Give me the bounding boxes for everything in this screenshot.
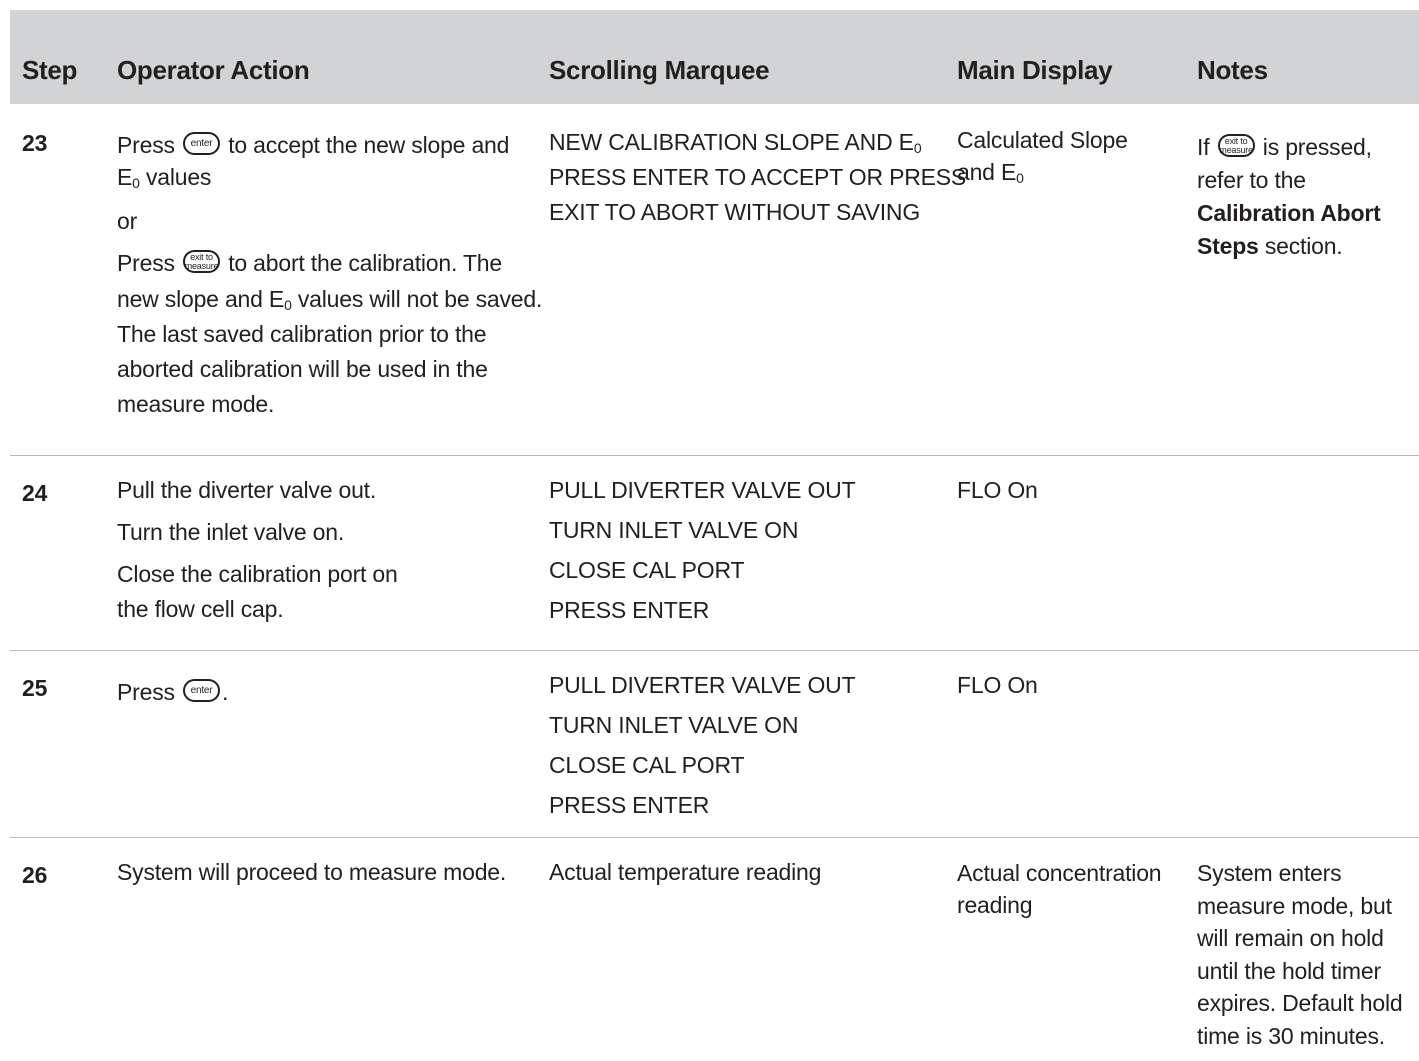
scrolling-marquee-cell: NEW CALIBRATION SLOPE AND E0 PRESS ENTER… — [549, 125, 966, 230]
row-divider — [10, 650, 1419, 651]
notes-text: time is 30 minutes. — [1197, 1022, 1385, 1049]
header-notes: Notes — [1197, 55, 1268, 85]
step-number: 26 — [22, 862, 48, 888]
row-divider — [10, 837, 1419, 838]
exit-to-measure-key-icon: exit to measure — [1217, 134, 1255, 158]
action-text: Close the calibration port on — [117, 561, 398, 587]
step-number: 25 — [22, 675, 48, 701]
marquee-text: NEW CALIBRATION SLOPE AND E0 — [549, 129, 922, 156]
scrolling-marquee-cell: PULL DIVERTER VALVE OUT TURN INLET VALVE… — [549, 470, 856, 630]
action-text: Press — [117, 679, 175, 705]
action-text: System will proceed to measure mode. — [117, 859, 507, 885]
display-text: and E0 — [957, 159, 1024, 186]
notes-text: is pressed, — [1262, 134, 1372, 160]
marquee-text: PULL DIVERTER VALVE OUT — [549, 477, 856, 503]
header-step: Step — [22, 55, 78, 85]
marquee-text: CLOSE CAL PORT — [549, 557, 745, 583]
main-display-cell: Calculated Slope and E0 — [957, 124, 1128, 188]
scrolling-marquee-cell: PULL DIVERTER VALVE OUT TURN INLET VALVE… — [549, 665, 856, 825]
action-text: measure mode. — [117, 391, 275, 417]
operator-action-cell: Pull the diverter valve out. Turn the in… — [117, 475, 398, 629]
main-display-cell: FLO On — [957, 475, 1038, 505]
operator-action-cell: System will proceed to measure mode. — [117, 857, 506, 887]
step-number: 24 — [22, 480, 48, 506]
marquee-text: TURN INLET VALVE ON — [549, 517, 799, 543]
row-divider — [10, 455, 1419, 456]
notes-text: expires. Default hold — [1197, 990, 1403, 1016]
notes-text: will remain on hold — [1197, 925, 1384, 951]
main-display-cell: FLO On — [957, 670, 1038, 700]
action-text: Press — [117, 132, 175, 158]
marquee-text: PRESS ENTER TO ACCEPT OR PRESS — [549, 164, 967, 190]
marquee-text: PULL DIVERTER VALVE OUT — [549, 672, 856, 698]
action-text: the flow cell cap. — [117, 596, 284, 622]
action-or-text: or — [117, 208, 138, 234]
header-scrolling-marquee: Scrolling Marquee — [549, 55, 770, 85]
action-text: aborted calibration will be used in the — [117, 356, 488, 382]
marquee-text: PRESS ENTER — [549, 792, 710, 818]
action-text: . — [222, 679, 229, 705]
enter-key-icon: enter — [183, 679, 220, 703]
notes-text: Steps section. — [1197, 233, 1343, 259]
display-text: reading — [957, 892, 1033, 918]
table-header: Step Operator Action Scrolling Marquee M… — [10, 10, 1419, 104]
marquee-text: Actual temperature reading — [549, 859, 822, 885]
header-main-display: Main Display — [957, 55, 1113, 85]
operator-action-cell: Press enter to accept the new slope and … — [117, 130, 542, 424]
notes-cell: If exit to measure is pressed, refer to t… — [1197, 131, 1381, 263]
marquee-text: PRESS ENTER — [549, 597, 710, 623]
display-text: Calculated Slope — [957, 127, 1128, 153]
action-text: new slope and E0 values will not be save… — [117, 286, 543, 313]
action-text: Press — [117, 250, 175, 276]
notes-text: until the hold timer — [1197, 957, 1381, 984]
notes-cell: System enters measure mode, but will rem… — [1197, 857, 1403, 1052]
marquee-text: TURN INLET VALVE ON — [549, 712, 799, 738]
action-text: to abort the calibration. The — [228, 250, 502, 276]
notes-text: measure mode, but — [1197, 892, 1392, 919]
notes-text: System enters — [1197, 860, 1342, 886]
display-text: FLO On — [957, 672, 1038, 698]
action-text: Turn the inlet valve on. — [117, 519, 345, 545]
marquee-text: EXIT TO ABORT WITHOUT SAVING — [549, 199, 921, 225]
display-text: Actual concentration — [957, 860, 1162, 886]
enter-key-icon: enter — [183, 132, 220, 156]
exit-to-measure-key-icon: exit to measure — [183, 250, 220, 274]
main-display-cell: Actual concentration reading — [957, 857, 1162, 921]
action-text: E0 values — [117, 164, 212, 191]
operator-action-cell: Press enter. — [117, 677, 228, 707]
header-operator-action: Operator Action — [117, 55, 310, 85]
action-text: to accept the new slope and — [228, 132, 510, 158]
notes-text: refer to the — [1197, 167, 1306, 193]
notes-bold-text: Calibration Abort — [1197, 200, 1381, 226]
display-text: FLO On — [957, 477, 1038, 503]
action-text: The last saved calibration prior to the — [117, 321, 487, 347]
action-text: Pull the diverter valve out. — [117, 477, 377, 503]
scrolling-marquee-cell: Actual temperature reading — [549, 857, 821, 887]
notes-text: If — [1197, 134, 1210, 160]
step-number: 23 — [22, 130, 48, 156]
marquee-text: CLOSE CAL PORT — [549, 752, 745, 778]
